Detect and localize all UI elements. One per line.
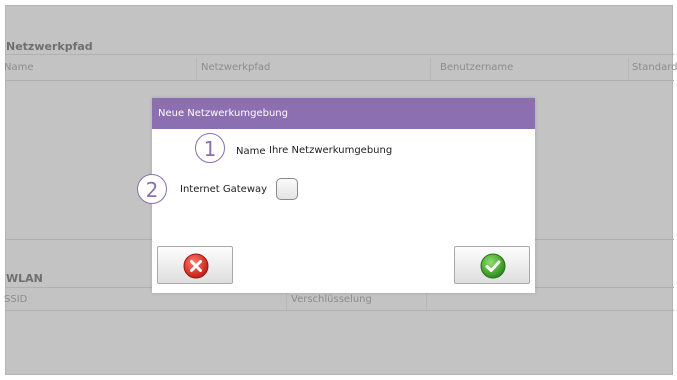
network-section-title: Netzwerkpfad <box>6 40 93 53</box>
callout-marker-1: 1 <box>195 133 225 163</box>
name-field-label: Name <box>236 146 266 157</box>
green-check-confirm-icon <box>480 253 506 279</box>
callout-marker-2: 2 <box>137 174 167 204</box>
column-separator <box>286 290 287 310</box>
section-divider <box>6 54 674 55</box>
column-separator <box>430 58 431 80</box>
name-input[interactable] <box>269 145 419 156</box>
column-header-default[interactable]: Standard <box>632 62 677 73</box>
wlan-section-title: WLAN <box>6 272 43 285</box>
cancel-button[interactable] <box>157 246 233 284</box>
column-separator <box>628 58 629 80</box>
internet-gateway-label: Internet Gateway <box>180 184 268 195</box>
internet-gateway-checkbox[interactable] <box>276 178 298 200</box>
confirm-button[interactable] <box>454 246 530 284</box>
column-separator <box>426 290 427 310</box>
new-network-environment-dialog: Neue Netzwerkumgebung 1 Name 2 Internet … <box>137 98 535 293</box>
column-header-ssid[interactable]: SSID <box>4 294 27 305</box>
column-header-username[interactable]: Benutzername <box>440 62 513 73</box>
column-header-name[interactable]: Name <box>4 62 34 73</box>
app-window: Netzwerkpfad Name Netzwerkpfad Benutzern… <box>0 0 677 380</box>
dialog-title: Neue Netzwerkumgebung <box>152 98 535 129</box>
header-row-divider <box>6 80 674 81</box>
header-row-divider <box>6 310 674 311</box>
column-separator <box>196 58 197 80</box>
column-header-encryption[interactable]: Verschlüsselung <box>291 294 372 305</box>
column-header-networkpath[interactable]: Netzwerkpfad <box>201 62 270 73</box>
red-x-cancel-icon <box>183 253 209 279</box>
